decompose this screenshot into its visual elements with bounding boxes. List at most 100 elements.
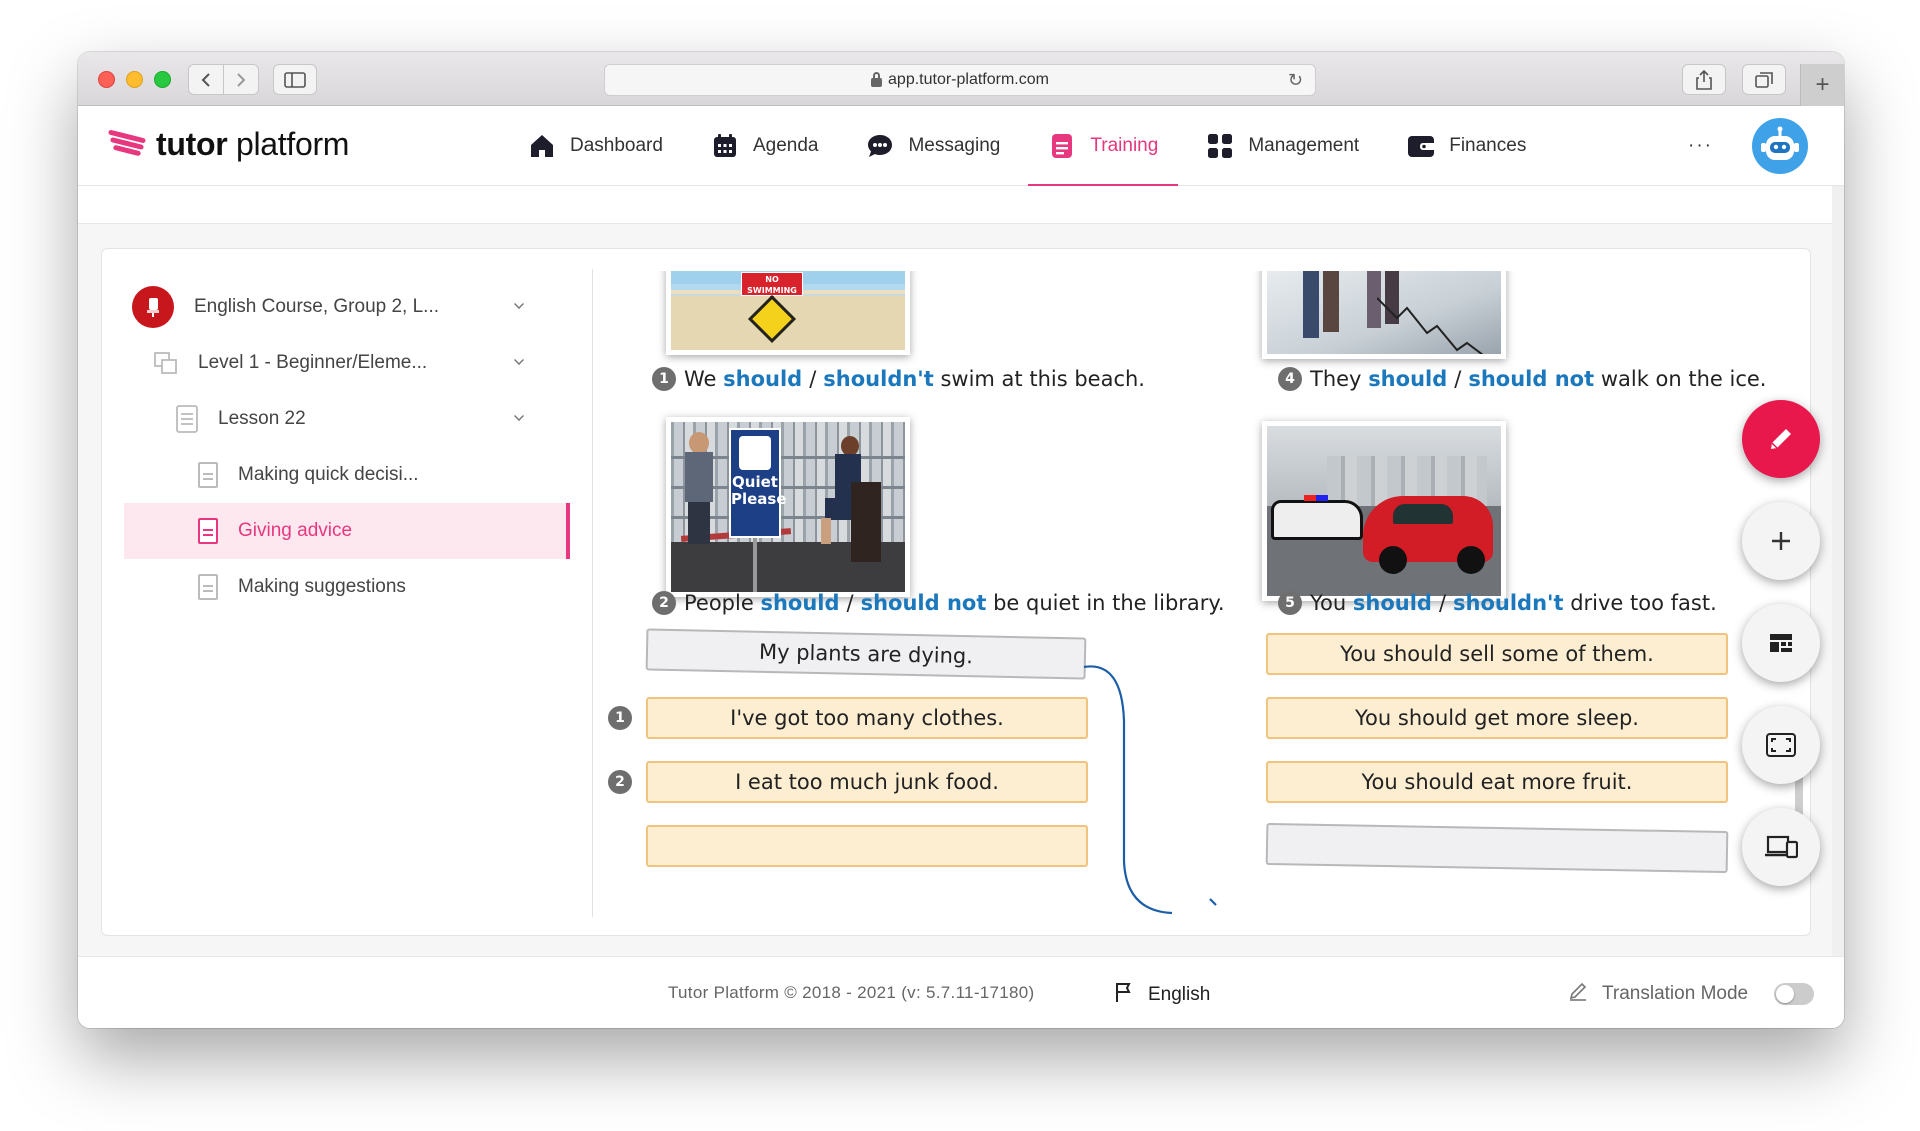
sidebar-item-giving-advice[interactable]: Giving advice [124,503,570,559]
nav-dashboard[interactable]: Dashboard [508,106,683,186]
car-chase-picture [1262,421,1506,601]
sentence-2: 2 People should / should not be quiet in… [652,591,1225,615]
browser-window: app.tutor-platform.com ↻ + tutor platfor… [78,52,1844,1028]
logo-wing-icon [107,128,148,160]
logo-text-bold: tutor [156,126,228,162]
translation-mode-label: Translation Mode [1602,983,1749,1004]
add-button[interactable] [1742,502,1820,580]
sidebar-item-making-quick-decisions[interactable]: Making quick decisi... [124,447,570,503]
sentence-5: 5 You should / shouldn't drive too fast. [1278,591,1717,615]
grid-icon [1206,132,1234,160]
tree-level[interactable]: Level 1 - Beginner/Eleme... [124,335,570,391]
nav-training[interactable]: Training [1028,106,1179,187]
sidebar-toggle-button[interactable] [273,64,317,95]
language-selector[interactable]: English [1114,981,1210,1009]
layers-icon [154,352,178,374]
tree-course-label: English Course, Group 2, L... [194,296,440,317]
translation-mode-toggle[interactable] [1774,983,1814,1005]
browser-titlebar: app.tutor-platform.com ↻ + [78,52,1844,106]
option-should-not[interactable]: should not [1468,367,1594,391]
sidebar-icon [284,71,306,88]
problem-card[interactable]: My plants are dying. [645,628,1087,680]
edit-button[interactable] [1742,400,1820,478]
logo[interactable]: tutor platform [107,126,350,163]
page-scrollbar[interactable] [1832,186,1844,956]
share-icon [1696,69,1712,90]
shark-warning-icon [747,294,797,344]
sentence-1: 1 We should / shouldn't swim at this bea… [652,367,1145,391]
chevron-left-icon [201,72,210,87]
minimize-window-button[interactable] [126,71,143,88]
devices-button[interactable] [1742,808,1820,886]
chevron-down-icon[interactable] [514,411,524,421]
address-bar[interactable]: app.tutor-platform.com ↻ [604,64,1316,96]
tab-overview-button[interactable] [1742,64,1786,95]
nav-dashboard-label: Dashboard [570,135,663,156]
copyright-text: Tutor Platform © 2018 - 2021 (v: 5.7.11-… [668,983,1035,1002]
pencil-icon [1568,981,1588,1007]
advice-item-1[interactable]: You should sell some of them. [1266,633,1728,675]
option-should-not[interactable]: should not [861,591,987,615]
option-should[interactable]: should [760,591,839,615]
option-should[interactable]: should [1353,591,1432,615]
problem-item-2[interactable]: I eat too much junk food. [646,761,1088,803]
sentence-4: 4 They should / should not walk on the i… [1278,367,1766,391]
nav-more-button[interactable]: ··· [1688,106,1713,186]
tree-course[interactable]: English Course, Group 2, L... [124,279,570,335]
nav-finances[interactable]: Finances [1387,106,1546,186]
maximize-window-button[interactable] [154,71,171,88]
nav-training-label: Training [1090,135,1159,156]
nav-agenda-label: Agenda [752,135,819,156]
sentence-number: 1 [652,367,676,391]
new-tab-button[interactable]: + [1800,64,1844,106]
nav-agenda[interactable]: Agenda [691,106,839,186]
sidebar-item-making-suggestions[interactable]: Making suggestions [124,559,570,615]
nav-messaging[interactable]: Messaging [846,106,1020,186]
address-text: app.tutor-platform.com [888,71,1049,88]
sidebar-item-label: Making suggestions [238,576,406,597]
nav-management[interactable]: Management [1186,106,1379,186]
problem-card-partial[interactable] [1265,822,1729,874]
logo-text-light: platform [235,126,350,162]
avatar[interactable] [1752,118,1808,174]
lesson-card: English Course, Group 2, L... Level 1 - … [101,248,1811,936]
pencil-icon [1771,429,1791,449]
tree-lesson[interactable]: Lesson 22 [124,391,570,447]
chevron-down-icon[interactable] [514,299,524,309]
fullscreen-button[interactable] [1742,706,1820,784]
calendar-icon [711,132,739,160]
back-button[interactable] [188,64,224,95]
home-icon [528,132,556,160]
close-window-button[interactable] [98,71,115,88]
option-should[interactable]: should [723,367,802,391]
tree-lesson-label: Lesson 22 [218,408,306,429]
reload-icon[interactable]: ↻ [1288,70,1303,91]
tabs-icon [1755,71,1773,88]
layout-button[interactable] [1742,604,1820,682]
sentence-number: 2 [652,591,676,615]
forward-button[interactable] [223,64,259,95]
advice-item-2[interactable]: You should get more sleep. [1266,697,1728,739]
sidebar-item-label: Giving advice [238,520,353,541]
option-should[interactable]: should [1368,367,1447,391]
advice-item-3[interactable]: You should eat more fruit. [1266,761,1728,803]
chevron-down-icon[interactable] [514,355,524,365]
option-shouldnt[interactable]: shouldn't [823,367,933,391]
police-car [1271,495,1363,540]
nav-management-label: Management [1248,135,1360,156]
quiet-please-sign: Quiet Please [729,428,787,538]
document-icon [198,462,218,488]
no-swimming-sign: NO SWIMMING [741,272,803,296]
share-button[interactable] [1682,64,1726,95]
document-icon [1048,132,1076,160]
sentence-number: 5 [1278,591,1302,615]
document-icon [198,518,218,544]
library-picture: Quiet Please [666,417,910,597]
footer: Tutor Platform © 2018 - 2021 (v: 5.7.11-… [78,956,1844,1028]
option-shouldnt[interactable]: shouldn't [1453,591,1563,615]
language-label: English [1148,984,1211,1005]
problem-item-1[interactable]: I've got too many clothes. [646,697,1088,739]
sidebar-item-label: Making quick decisi... [238,464,419,485]
problem-item-3[interactable] [646,825,1088,867]
beach-picture: NO SWIMMING [666,271,910,355]
